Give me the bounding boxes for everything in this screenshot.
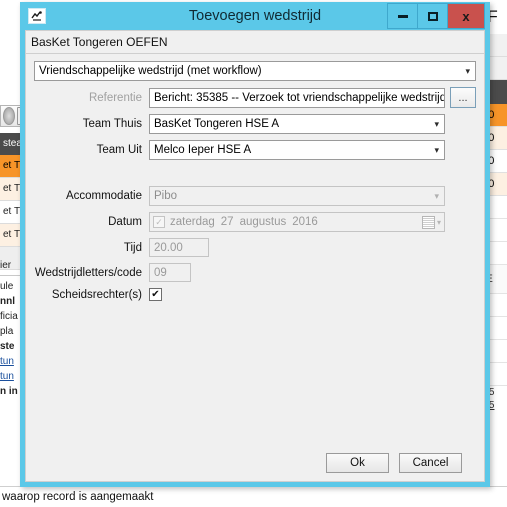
datum-day: 27 (220, 216, 234, 228)
referentie-row: Referentie Bericht: 35385 -- Verzoek tot… (34, 87, 476, 108)
datum-month: augustus (239, 216, 287, 228)
chevron-down-icon: ▾ (436, 217, 441, 227)
maximize-button[interactable] (417, 3, 447, 29)
toevoegen-wedstrijd-dialog: Toevoegen wedstrijd x BasKet Tongeren OE… (20, 2, 490, 487)
minimize-button[interactable] (387, 3, 417, 29)
chevron-down-icon: ▾ (434, 118, 439, 129)
club-subheader: BasKet Tongeren OEFEN (26, 31, 484, 54)
status-bar: waarop record is aangemaakt (0, 486, 507, 507)
referentie-value: Bericht: 35385 -- Verzoek tot vriendscha… (154, 91, 445, 104)
team-uit-value: Melco Ieper HSE A (154, 144, 252, 156)
ok-button[interactable]: Ok (326, 453, 389, 473)
match-type-select[interactable]: Vriendschappelijke wedstrijd (met workfl… (34, 61, 476, 81)
dialog-titlebar[interactable]: Toevoegen wedstrijd x (25, 2, 485, 30)
datum-value: zaterdag 27 augustus 2016 (170, 216, 318, 228)
datum-weekday: zaterdag (170, 216, 215, 228)
accommodatie-select[interactable]: Pibo ▾ (149, 186, 445, 206)
match-type-value: Vriendschappelijke wedstrijd (met workfl… (39, 65, 262, 77)
scheidsrechters-checkbox[interactable]: ✔ (149, 288, 162, 301)
calendar-icon (421, 215, 435, 229)
referentie-browse-button[interactable]: ... (450, 87, 476, 108)
form-spacer (34, 166, 476, 186)
scheidsrechters-label: Scheidsrechter(s) (51, 288, 142, 301)
tijd-label: Tijd (123, 241, 142, 254)
dialog-footer: Ok Cancel (26, 453, 484, 473)
dialog-body: BasKet Tongeren OEFEN Vriendschappelijke… (25, 30, 485, 482)
team-thuis-value: BasKet Tongeren HSE A (154, 118, 280, 130)
match-type-row: Vriendschappelijke wedstrijd (met workfl… (34, 61, 476, 81)
maximize-icon (427, 11, 438, 21)
referentie-input[interactable]: Bericht: 35385 -- Verzoek tot vriendscha… (149, 87, 445, 108)
wedstrijdletters-input[interactable]: 09 (149, 263, 191, 282)
datum-row: Datum ✓ zaterdag 27 augustus 2016 ▾ (34, 212, 476, 232)
nav-round-button[interactable] (3, 107, 15, 125)
tijd-value: 20.00 (154, 241, 183, 254)
datum-label: Datum (108, 216, 142, 228)
chevron-down-icon: ▾ (465, 65, 470, 76)
tijd-row: Tijd 20.00 (34, 238, 476, 257)
accommodatie-label: Accommodatie (65, 190, 142, 202)
calendar-dropdown[interactable]: ▾ (421, 215, 441, 229)
team-thuis-row: Team Thuis BasKet Tongeren HSE A ▾ (34, 114, 476, 134)
team-uit-select[interactable]: Melco Ieper HSE A ▾ (149, 140, 445, 160)
accommodatie-value: Pibo (154, 190, 178, 202)
dialog-form: Vriendschappelijke wedstrijd (met workfl… (26, 54, 484, 301)
scheidsrechters-row: Scheidsrechter(s) ✔ (34, 288, 476, 301)
app-icon (28, 8, 46, 24)
team-thuis-select[interactable]: BasKet Tongeren HSE A ▾ (149, 114, 445, 134)
close-icon: x (462, 8, 470, 24)
accommodatie-row: Accommodatie Pibo ▾ (34, 186, 476, 206)
chevron-down-icon: ▾ (434, 144, 439, 155)
window-controls[interactable]: x (387, 3, 485, 29)
datum-picker[interactable]: ✓ zaterdag 27 augustus 2016 ▾ (149, 212, 445, 232)
team-uit-row: Team Uit Melco Ieper HSE A ▾ (34, 140, 476, 160)
cancel-button[interactable]: Cancel (399, 453, 462, 473)
wedstrijdletters-value: 09 (154, 266, 167, 279)
team-uit-label: Team Uit (96, 144, 142, 156)
chevron-down-icon: ▾ (434, 190, 439, 201)
app-icon-glyph (31, 10, 42, 21)
tijd-input[interactable]: 20.00 (149, 238, 209, 257)
referentie-label: Referentie (88, 91, 142, 104)
wedstrijdletters-label: Wedstrijdletters/code (34, 266, 142, 279)
wedstrijdletters-row: Wedstrijdletters/code 09 (34, 263, 476, 282)
datum-year: 2016 (292, 216, 318, 228)
team-thuis-label: Team Thuis (82, 118, 142, 130)
close-button[interactable]: x (447, 3, 485, 29)
datum-checkbox[interactable]: ✓ (153, 216, 165, 228)
minimize-icon (397, 14, 408, 18)
